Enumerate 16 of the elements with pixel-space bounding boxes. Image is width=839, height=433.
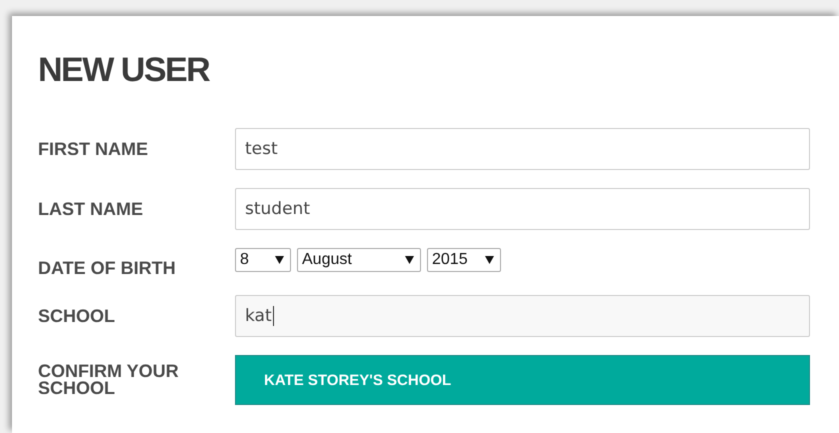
dropdown-arrow-icon <box>405 256 414 264</box>
text-field[interactable]: student <box>235 188 810 230</box>
page-title: NEW USER <box>38 50 210 90</box>
field-label: FIRST NAME <box>38 140 148 158</box>
dropdown-select[interactable]: August <box>297 248 421 272</box>
field-label: LAST NAME <box>38 200 143 218</box>
text-cursor <box>272 306 274 326</box>
field-label: SCHOOL <box>38 308 116 324</box>
text-field[interactable]: test <box>235 128 810 170</box>
field-label: DATE OF BIRTH <box>38 260 176 277</box>
field-label: CONFIRM YOUR SCHOOL <box>38 363 180 397</box>
dropdown-arrow-icon <box>485 256 494 264</box>
text-field[interactable]: kat <box>235 295 810 337</box>
dropdown-arrow-icon <box>275 256 284 264</box>
dropdown-select[interactable]: 2015 <box>427 248 501 272</box>
dropdown-select[interactable]: 8 <box>235 248 291 272</box>
